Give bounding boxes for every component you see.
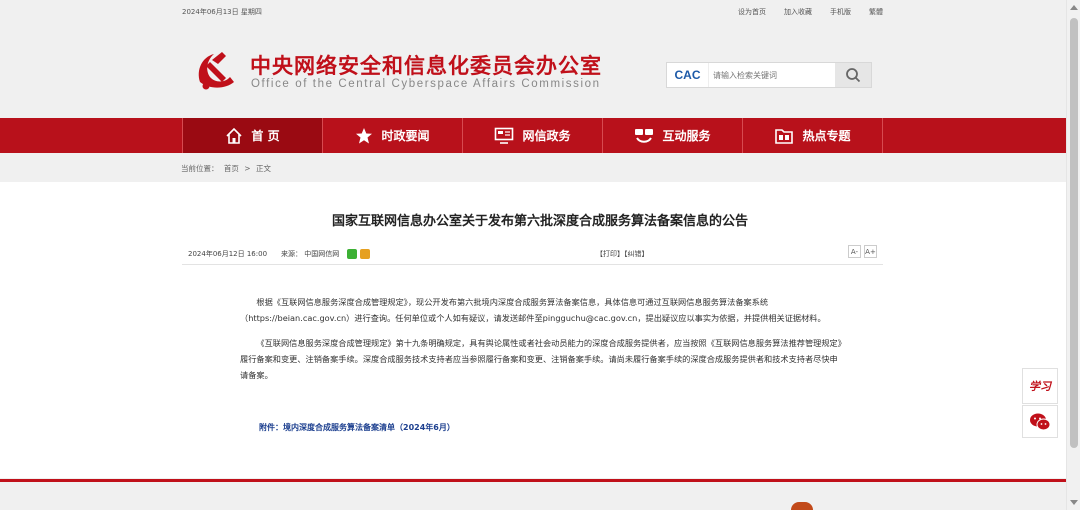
monitor-icon	[495, 127, 514, 144]
paragraph: 《互联网信息服务深度合成管理规定》第十九条明确规定，具有舆论属性或者社会动员能力…	[240, 338, 842, 380]
main-nav: 首 页 时政要闻 网信政务 互动服务 热点专题	[0, 118, 1080, 153]
article-source: 来源： 中国网信网	[281, 250, 340, 258]
qzone-share-icon[interactable]	[360, 249, 371, 259]
mobile-version-link[interactable]: 手机版	[830, 7, 851, 17]
traditional-chinese-link[interactable]: 繁體	[869, 7, 883, 17]
meta-divider	[182, 264, 883, 265]
scroll-up-arrow[interactable]	[1070, 5, 1078, 10]
footer-area	[0, 482, 1080, 510]
article-title: 国家互联网信息办公室关于发布第六批深度合成服务算法备案信息的公告	[331, 214, 748, 229]
nav-item-home[interactable]: 首 页	[182, 118, 323, 153]
xuexi-float-button[interactable]: 学习	[1022, 368, 1058, 404]
nav-item-affairs[interactable]: 网信政务	[463, 118, 603, 153]
paragraph: 根据《互联网信息服务深度合成管理规定》，现公开发布第六批境内深度合成服务算法备案…	[240, 297, 826, 323]
xuexi-label: 学习	[1029, 380, 1051, 393]
breadcrumb-separator: >	[244, 164, 251, 173]
article-meta: 2024年06月12日 16:00 来源： 中国网信网	[188, 249, 371, 259]
scroll-thumb[interactable]	[1070, 18, 1078, 448]
font-smaller-button[interactable]: A-	[848, 245, 861, 258]
nav-label: 互动服务	[662, 129, 711, 143]
current-date: 2024年06月13日 星期四	[182, 8, 262, 16]
wechat-icon	[1030, 413, 1051, 430]
search-button[interactable]	[835, 63, 871, 87]
share-buttons	[347, 249, 371, 259]
breadcrumb-current: 正文	[255, 164, 271, 173]
nav-label: 网信政务	[522, 129, 571, 143]
nav-item-topics[interactable]: 热点专题	[743, 118, 883, 153]
print-correct-links[interactable]: 【打印】【纠错】	[596, 249, 649, 259]
home-icon	[226, 127, 242, 144]
handshake-icon	[635, 128, 654, 143]
breadcrumb: 当前位置： 首页 > 正文	[181, 163, 274, 174]
scroll-down-arrow[interactable]	[1070, 500, 1078, 505]
article-panel: 国家互联网信息办公室关于发布第六批深度合成服务算法备案信息的公告 2024年06…	[0, 182, 1080, 478]
cac-logo: CAC	[667, 63, 709, 87]
party-emblem-icon	[198, 52, 234, 90]
search-input[interactable]	[709, 64, 835, 86]
top-utility-bar: 2024年06月13日 星期四 设为首页 加入收藏 手机版 繁體	[0, 0, 1080, 22]
wechat-share-icon[interactable]	[347, 249, 358, 259]
search-box: CAC	[666, 62, 872, 88]
site-title: 中央网络安全和信息化委员会办公室	[250, 54, 602, 78]
breadcrumb-home-link[interactable]: 首页	[224, 164, 239, 173]
nav-item-news[interactable]: 时政要闻	[323, 118, 463, 153]
wechat-float-button[interactable]	[1022, 405, 1058, 438]
site-subtitle: Office of the Central Cyberspace Affairs…	[251, 78, 601, 90]
star-icon	[356, 127, 373, 143]
nav-item-interactive[interactable]: 互动服务	[603, 118, 743, 153]
folder-icon	[775, 128, 794, 144]
footer-badge-icon	[791, 502, 813, 510]
add-favorite-link[interactable]: 加入收藏	[784, 7, 812, 17]
font-larger-button[interactable]: A+	[864, 245, 877, 258]
site-header: 中央网络安全和信息化委员会办公室 Office of the Central C…	[0, 22, 1080, 118]
utility-links: 设为首页 加入收藏 手机版 繁體	[738, 7, 901, 17]
attachment-link[interactable]: 附件：境内深度合成服务算法备案清单（2024年6月）	[259, 422, 455, 433]
nav-label: 热点专题	[802, 129, 851, 143]
page-scrollbar[interactable]	[1066, 0, 1080, 510]
nav-label: 时政要闻	[381, 129, 430, 143]
breadcrumb-prefix: 当前位置：	[181, 164, 219, 173]
article-date: 2024年06月12日 16:00	[188, 250, 268, 258]
set-homepage-link[interactable]: 设为首页	[738, 7, 766, 17]
article-body: 根据《互联网信息服务深度合成管理规定》，现公开发布第六批境内深度合成服务算法备案…	[240, 294, 842, 392]
nav-label: 首 页	[251, 129, 280, 143]
font-size-controls: A- A+	[848, 245, 877, 258]
search-icon	[846, 68, 861, 83]
